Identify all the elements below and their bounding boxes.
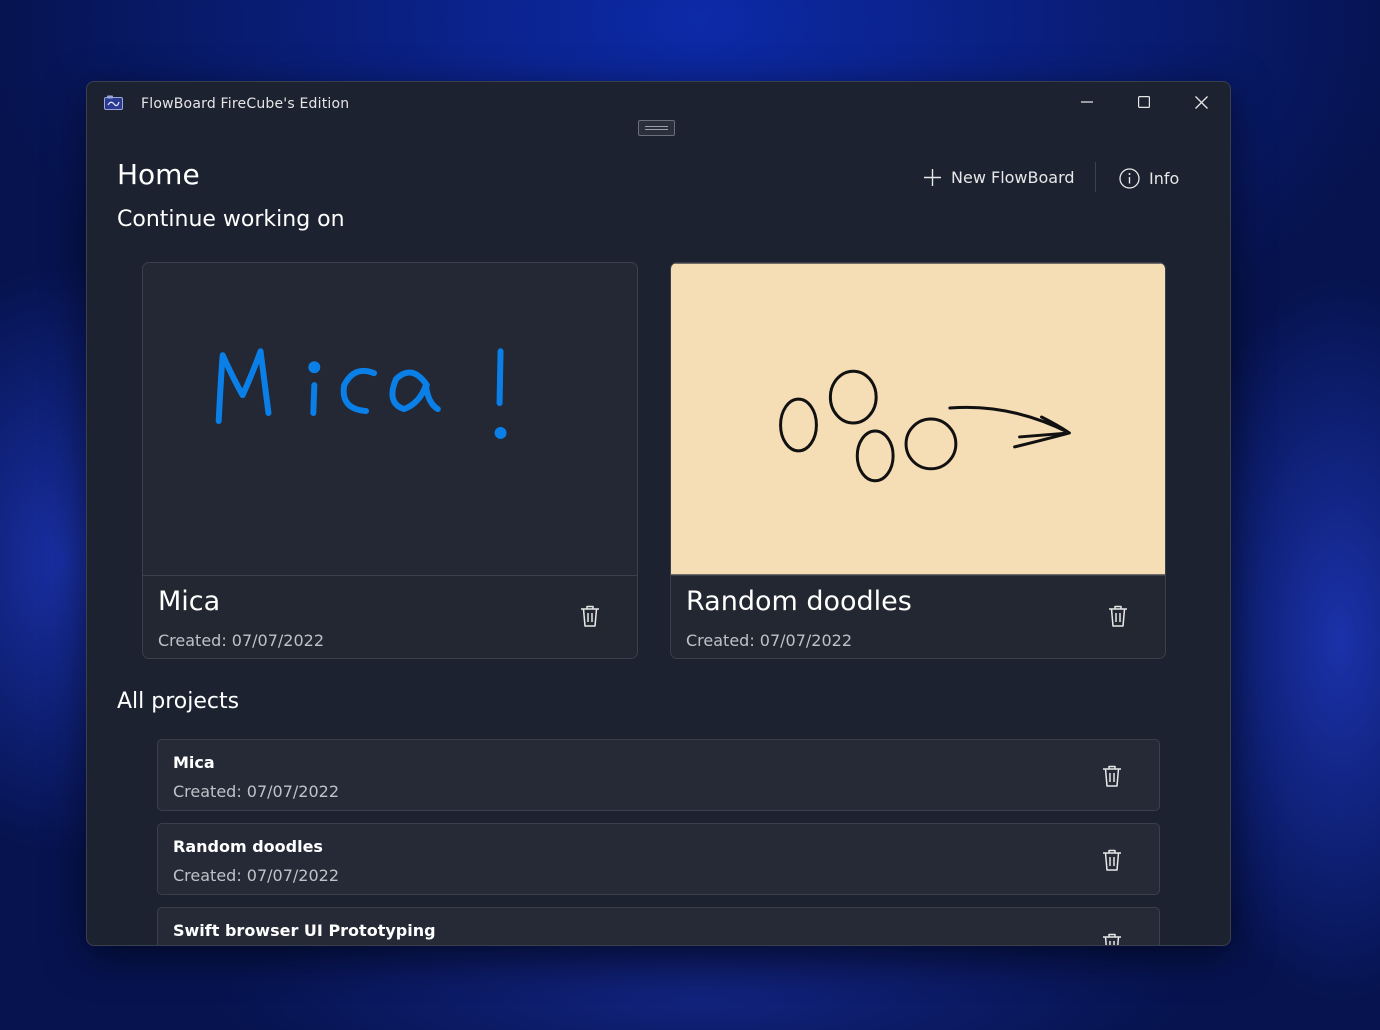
project-name: Swift browser UI Prototyping — [173, 921, 436, 940]
close-icon — [1194, 95, 1208, 109]
recent-card-mica[interactable]: Mica Created: 07/07/2022 — [142, 262, 638, 659]
plus-icon — [924, 169, 941, 186]
all-projects-title: All projects — [117, 689, 240, 714]
command-separator — [1095, 162, 1096, 192]
drag-handle[interactable] — [638, 120, 675, 136]
maximize-button[interactable] — [1121, 88, 1167, 116]
new-flowboard-button[interactable]: New FlowBoard — [923, 168, 1075, 187]
project-name: Random doodles — [173, 837, 323, 856]
project-row[interactable]: Swift browser UI Prototyping — [157, 907, 1160, 946]
delete-icon[interactable] — [579, 604, 601, 628]
app-icon — [104, 95, 123, 110]
project-row[interactable]: Mica Created: 07/07/2022 — [157, 739, 1160, 811]
project-name: Mica — [173, 753, 215, 772]
card-title: Random doodles — [686, 586, 912, 617]
board-preview — [143, 263, 637, 575]
card-created-date: Created: 07/07/2022 — [686, 631, 853, 650]
info-label: Info — [1149, 169, 1180, 188]
info-icon — [1119, 168, 1140, 189]
project-row[interactable]: Random doodles Created: 07/07/2022 — [157, 823, 1160, 895]
project-created-date: Created: 07/07/2022 — [173, 782, 340, 801]
app-window: FlowBoard FireCube's Edition Home New Fl… — [86, 81, 1231, 946]
card-created-date: Created: 07/07/2022 — [158, 631, 325, 650]
window-title: FlowBoard FireCube's Edition — [141, 96, 350, 112]
card-footer: Mica Created: 07/07/2022 — [143, 575, 637, 658]
board-preview — [671, 263, 1165, 575]
minimize-button[interactable] — [1064, 88, 1110, 116]
minimize-icon — [1081, 101, 1093, 103]
info-button[interactable]: Info — [1119, 168, 1179, 189]
page-title: Home — [117, 158, 200, 191]
card-title: Mica — [158, 586, 221, 617]
delete-icon[interactable] — [1101, 932, 1123, 946]
card-footer: Random doodles Created: 07/07/2022 — [671, 575, 1165, 658]
delete-icon[interactable] — [1101, 848, 1123, 872]
continue-section-title: Continue working on — [117, 207, 345, 232]
project-created-date: Created: 07/07/2022 — [173, 866, 340, 885]
delete-icon[interactable] — [1107, 604, 1129, 628]
maximize-icon — [1138, 96, 1150, 108]
new-flowboard-label: New FlowBoard — [951, 168, 1075, 187]
close-button[interactable] — [1178, 88, 1224, 116]
delete-icon[interactable] — [1101, 764, 1123, 788]
recent-card-random-doodles[interactable]: Random doodles Created: 07/07/2022 — [670, 262, 1166, 659]
